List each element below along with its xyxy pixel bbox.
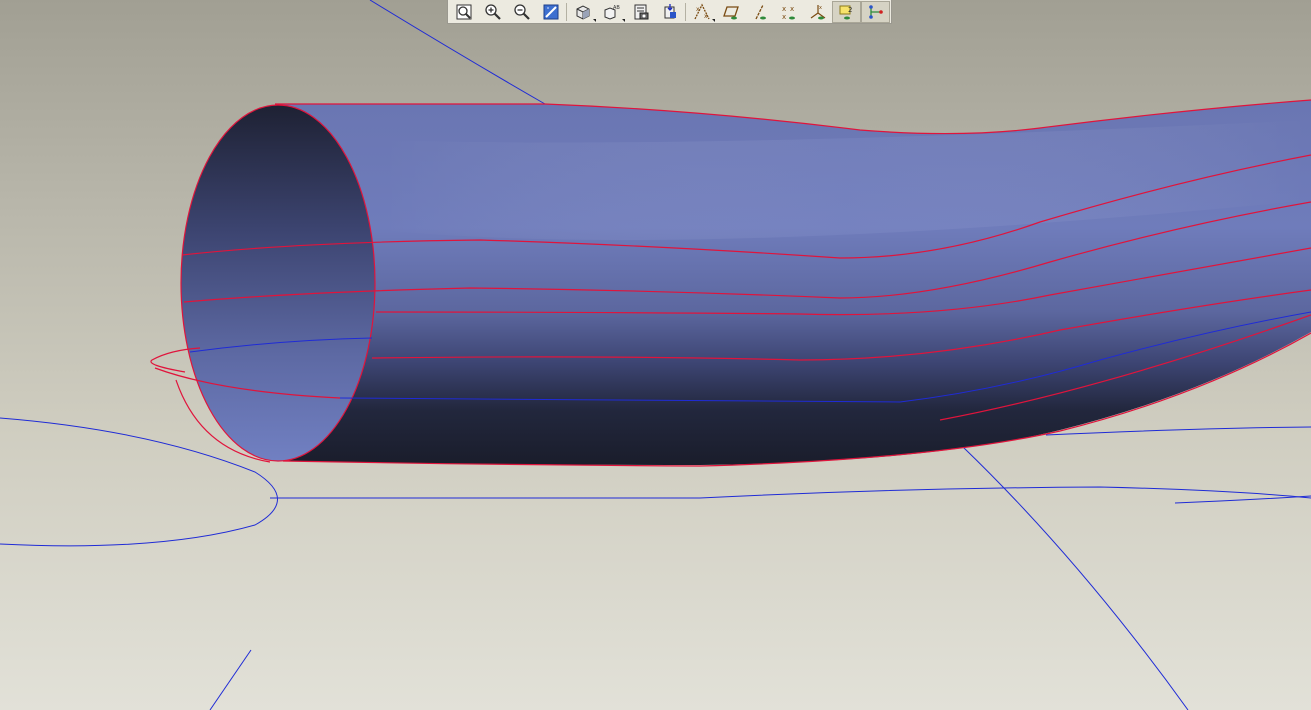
tube-opening[interactable] <box>181 105 375 461</box>
svg-text:x: x <box>819 5 822 11</box>
view-manager-button[interactable] <box>626 1 655 23</box>
toolbar-separator <box>685 2 686 21</box>
datum-curve-right-mid <box>1045 426 1311 436</box>
display-style-button[interactable] <box>568 1 597 23</box>
refit-button[interactable] <box>449 1 478 23</box>
zoom-out-button[interactable] <box>507 1 536 23</box>
svg-text:x: x <box>782 13 786 21</box>
repaint-icon <box>543 4 558 19</box>
svg-text:x: x <box>790 5 794 13</box>
view-toolbar: AB x x x x x x 2 <box>447 0 892 24</box>
reorient-button[interactable] <box>655 1 684 23</box>
shaded-cube-icon <box>576 4 589 20</box>
view-manager-icon <box>634 4 648 19</box>
zoom-in-button[interactable] <box>478 1 507 23</box>
dropdown-arrow-icon <box>712 18 715 22</box>
reorient-icon <box>664 3 676 18</box>
model-scene[interactable] <box>0 0 1311 710</box>
datum-point-icon: x x x <box>782 5 795 21</box>
dropdown-arrow-icon <box>593 18 596 22</box>
graphics-window[interactable]: AB x x x x x x 2 <box>0 0 1311 710</box>
datum-curve-bottom-left <box>209 649 252 710</box>
datum-display-button[interactable]: x x <box>687 1 716 23</box>
dropdown-arrow-icon <box>622 18 625 22</box>
datum-curve-floor-right <box>1174 495 1311 504</box>
svg-text:AB: AB <box>613 5 620 11</box>
csys-display-button[interactable]: x <box>803 1 832 23</box>
datum-curve-diagonal <box>962 446 1189 710</box>
zoom-out-icon <box>513 3 530 20</box>
datum-curve-floor <box>270 486 1311 499</box>
csys-icon: x <box>810 4 825 19</box>
repaint-button[interactable] <box>536 1 565 23</box>
spin-center-button[interactable] <box>861 0 890 23</box>
annotation-display-button[interactable]: 2 <box>832 0 861 23</box>
svg-text:x: x <box>704 13 708 20</box>
svg-text:x: x <box>782 5 786 13</box>
svg-text:2: 2 <box>848 6 852 14</box>
datum-plane-icon <box>722 5 739 19</box>
spin-center-icon <box>868 4 883 19</box>
svg-text:x: x <box>696 6 700 13</box>
point-display-button[interactable]: x x x <box>774 1 803 23</box>
refit-icon <box>456 4 471 19</box>
zoom-in-icon <box>484 3 501 20</box>
saved-views-icon: AB <box>604 5 620 20</box>
saved-views-button[interactable]: AB <box>597 1 626 23</box>
datum-display-icon: x x <box>693 3 710 20</box>
axis-display-button[interactable] <box>745 1 774 23</box>
toolbar-separator <box>566 2 567 21</box>
annotation-icon: 2 <box>839 5 852 19</box>
datum-axis-icon <box>754 4 766 19</box>
plane-display-button[interactable] <box>716 1 745 23</box>
